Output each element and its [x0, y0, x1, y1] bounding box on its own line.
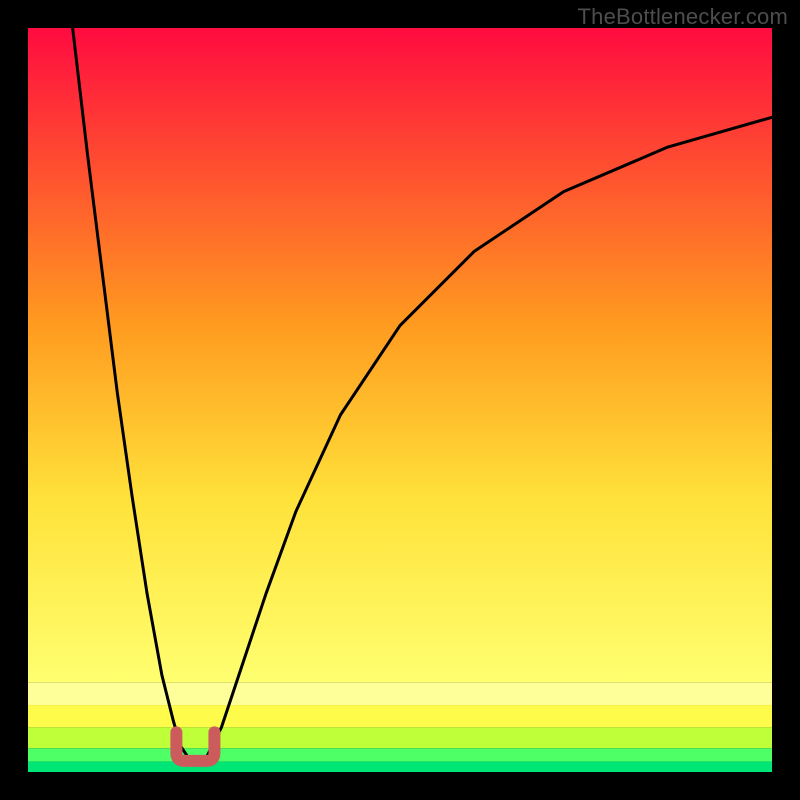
watermark-label: TheBottlenecker.com	[578, 4, 788, 30]
chart-plot-area	[28, 28, 772, 772]
background-bands	[28, 28, 772, 772]
bottleneck-chart	[28, 28, 772, 772]
outer-frame: TheBottlenecker.com	[0, 0, 800, 800]
